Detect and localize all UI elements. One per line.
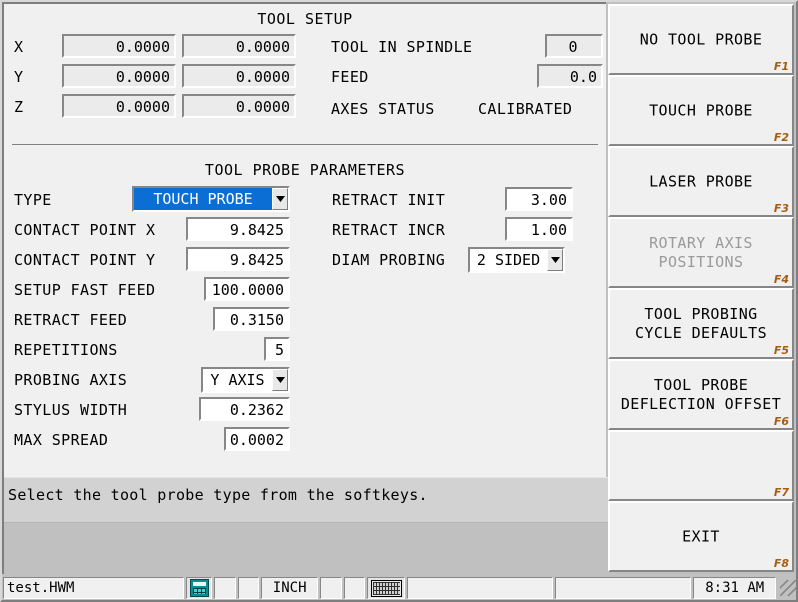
calculator-glyph <box>189 579 209 597</box>
contact-point-y-label: CONTACT POINT Y <box>14 251 156 269</box>
axis-program-z[interactable]: 0.0000 <box>182 94 296 118</box>
filler-bar <box>4 522 608 576</box>
axes-status-label: AXES STATUS <box>331 100 435 118</box>
axis-machine-y[interactable]: 0.0000 <box>62 64 176 88</box>
softkey-panel: NO TOOL PROBE F1 TOUCH PROBE F2 LASER PR… <box>608 2 798 574</box>
keyboard-glyph <box>370 579 402 597</box>
tool-setup-section: TOOL SETUP <box>4 8 606 30</box>
axis-label-x: X <box>14 38 24 56</box>
repetitions-input[interactable]: 5 <box>264 337 290 361</box>
feed-value[interactable]: 0.0 <box>537 64 603 88</box>
retract-incr-input[interactable]: 1.00 <box>505 217 573 241</box>
softkey-f8-exit[interactable]: EXIT F8 <box>608 501 794 572</box>
section-divider <box>12 144 598 145</box>
axis-machine-x[interactable]: 0.0000 <box>62 34 176 58</box>
chevron-down-icon[interactable] <box>272 369 288 391</box>
retract-incr-label: RETRACT INCR <box>332 221 446 239</box>
status-slot-6[interactable] <box>555 577 692 599</box>
softkey-f5-tool-probing-cycle-defaults[interactable]: TOOL PROBING CYCLE DEFAULTS F5 <box>608 288 794 359</box>
softkey-label: TOUCH PROBE <box>649 101 753 119</box>
probing-axis-value: Y AXIS <box>210 371 265 389</box>
message-text: Select the tool probe type from the soft… <box>8 486 428 504</box>
tool-setup-title: TOOL SETUP <box>257 10 353 28</box>
fkey-badge: F7 <box>773 486 789 499</box>
repetitions-label: REPETITIONS <box>14 341 118 359</box>
chevron-down-icon[interactable] <box>547 249 563 271</box>
setup-fast-feed-input[interactable]: 100.0000 <box>204 277 290 301</box>
client-area: TOOL SETUP X 0.0000 0.0000 Y 0.0000 0.00… <box>2 2 608 576</box>
status-slot-3[interactable] <box>320 577 342 599</box>
status-slot-1[interactable] <box>214 577 236 599</box>
stylus-width-input[interactable]: 0.2362 <box>199 397 290 421</box>
softkey-label: EXIT <box>682 527 720 545</box>
softkey-label: ROTARY AXIS POSITIONS <box>649 233 753 271</box>
softkey-label: LASER PROBE <box>649 172 753 190</box>
status-clock[interactable]: 8:31 AM <box>693 577 777 599</box>
axis-label-z: Z <box>14 98 24 116</box>
fkey-badge: F2 <box>773 131 789 144</box>
status-bar: test.HWM INCH 8:31 AM <box>2 574 797 600</box>
probe-params-section: TOOL PROBE PARAMETERS <box>4 159 606 181</box>
fkey-badge: F1 <box>773 60 789 73</box>
diam-probing-dropdown[interactable]: 2 SIDED <box>468 247 565 273</box>
softkey-f2-touch-probe[interactable]: TOUCH PROBE F2 <box>608 75 794 146</box>
contact-point-x-input[interactable]: 9.8425 <box>186 217 290 241</box>
probing-axis-label: PROBING AXIS <box>14 371 128 389</box>
fkey-badge: F6 <box>773 415 789 428</box>
retract-init-input[interactable]: 3.00 <box>505 187 573 211</box>
fkey-badge: F3 <box>773 202 789 215</box>
stylus-width-label: STYLUS WIDTH <box>14 401 128 419</box>
tool-in-spindle-value[interactable]: 0 <box>545 34 603 58</box>
axis-program-x[interactable]: 0.0000 <box>182 34 296 58</box>
retract-init-label: RETRACT INIT <box>332 191 446 209</box>
feed-label: FEED <box>331 68 369 86</box>
resize-grip[interactable] <box>780 580 797 596</box>
fkey-badge: F4 <box>773 273 789 286</box>
tool-in-spindle-label: TOOL IN SPINDLE <box>331 38 473 56</box>
status-filename[interactable]: test.HWM <box>3 577 184 599</box>
tool-setup-window: TOOL SETUP X 0.0000 0.0000 Y 0.0000 0.00… <box>0 0 798 602</box>
softkey-f4-rotary-axis-positions: ROTARY AXIS POSITIONS F4 <box>608 217 794 288</box>
fkey-badge: F8 <box>773 557 789 570</box>
status-slot-4[interactable] <box>343 577 365 599</box>
retract-feed-label: RETRACT FEED <box>14 311 128 329</box>
keyboard-icon[interactable] <box>366 577 406 599</box>
status-slot-2[interactable] <box>237 577 259 599</box>
axis-program-y[interactable]: 0.0000 <box>182 64 296 88</box>
type-label: TYPE <box>14 191 52 209</box>
axes-status-value: CALIBRATED <box>478 100 573 118</box>
fkey-badge: F5 <box>773 344 789 357</box>
axis-label-y: Y <box>14 68 24 86</box>
chevron-down-icon[interactable] <box>272 188 288 210</box>
softkey-f7-empty[interactable]: F7 <box>608 430 794 501</box>
max-spread-input[interactable]: 0.0002 <box>224 427 290 451</box>
probe-type-dropdown[interactable]: TOUCH PROBE <box>132 186 290 212</box>
diam-probing-value: 2 SIDED <box>476 251 541 269</box>
setup-fast-feed-label: SETUP FAST FEED <box>14 281 156 299</box>
softkey-label: TOOL PROBE DEFLECTION OFFSET <box>620 375 782 413</box>
status-slot-5[interactable] <box>407 577 554 599</box>
calculator-icon[interactable] <box>185 577 213 599</box>
message-bar: Select the tool probe type from the soft… <box>4 477 608 522</box>
axis-machine-z[interactable]: 0.0000 <box>62 94 176 118</box>
retract-feed-input[interactable]: 0.3150 <box>213 307 290 331</box>
probing-axis-dropdown[interactable]: Y AXIS <box>201 367 290 393</box>
probe-params-title: TOOL PROBE PARAMETERS <box>204 161 406 179</box>
contact-point-x-label: CONTACT POINT X <box>14 221 156 239</box>
softkey-f3-laser-probe[interactable]: LASER PROBE F3 <box>608 146 794 217</box>
softkey-f1-no-tool-probe[interactable]: NO TOOL PROBE F1 <box>608 4 794 75</box>
diam-probing-label: DIAM PROBING <box>332 251 446 269</box>
max-spread-label: MAX SPREAD <box>14 431 109 449</box>
softkey-label: TOOL PROBING CYCLE DEFAULTS <box>634 304 768 342</box>
probe-type-value: TOUCH PROBE <box>134 188 272 210</box>
status-units[interactable]: INCH <box>260 577 319 599</box>
softkey-f6-tool-probe-deflection-offset[interactable]: TOOL PROBE DEFLECTION OFFSET F6 <box>608 359 794 430</box>
softkey-label: NO TOOL PROBE <box>639 30 763 48</box>
contact-point-y-input[interactable]: 9.8425 <box>186 247 290 271</box>
